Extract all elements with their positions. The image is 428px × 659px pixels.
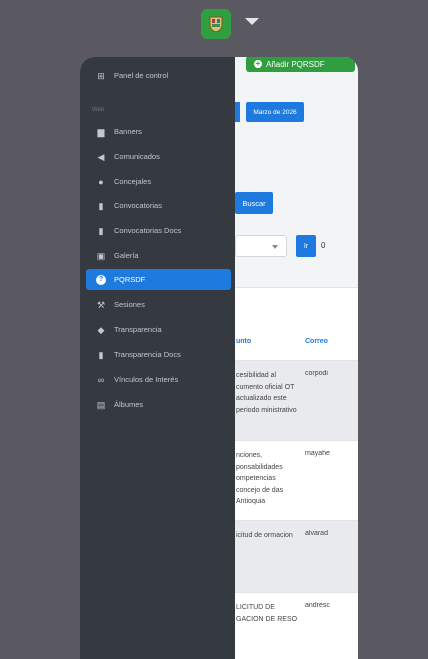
sidebar-item-convocatorias[interactable]: ▮ Convocatorias — [86, 195, 231, 216]
sidebar-item-panel-de-control[interactable]: ⊞ Panel de control — [86, 65, 231, 86]
question-glyph: ? — [96, 274, 106, 285]
chevron-down-icon — [272, 245, 278, 249]
clipboard-icon: ▮ — [98, 200, 104, 211]
plus-circle-icon: + — [254, 59, 262, 68]
sidebar-item-label: Transparencia — [114, 325, 162, 334]
tag-icon: ◆ — [97, 324, 105, 335]
gavel-icon: ⚒ — [96, 299, 106, 310]
cell-asunto: icitud de ormacion — [236, 532, 293, 539]
top-bar — [0, 0, 428, 40]
cell-correo: andresc — [305, 602, 330, 609]
caret-down-icon[interactable] — [245, 18, 259, 25]
sidebar-item-pqrsdf[interactable]: ? PQRSDF — [86, 269, 231, 290]
sidebar-item-label: Sesiones — [114, 300, 145, 309]
column-header-asunto[interactable]: unto — [236, 338, 251, 345]
table-row[interactable]: nciones, ponsabilidades ompetencias conc… — [235, 440, 358, 520]
table-row[interactable]: cesibilidad al cumento oficial OT actual… — [235, 360, 358, 440]
table-row[interactable]: icitud de ormacion alvarad — [235, 520, 358, 592]
cell-asunto: nciones, ponsabilidades ompetencias conc… — [236, 452, 284, 505]
page-size-select[interactable] — [235, 235, 287, 257]
cell-correo: mayahe — [305, 450, 330, 457]
sidebar-item-sesiones[interactable]: ⚒ Sesiones — [86, 294, 231, 315]
sidebar-item-label: Transparencia Docs — [114, 350, 181, 359]
sidebar-item-label: Galería — [114, 251, 139, 260]
sidebar-item-label: PQRSDF — [114, 275, 146, 284]
sidebar-item-comunicados[interactable]: ◀ Comunicados — [86, 146, 231, 167]
logo-button[interactable] — [201, 9, 231, 39]
sidebar-item-vinculos-de-interes[interactable]: ∞ Vínculos de Interés — [86, 369, 231, 390]
pqrsdf-table: unto Correo cesibilidad al cumento ofici… — [235, 287, 358, 659]
file-icon: ▮ — [98, 349, 104, 360]
images-icon: ▤ — [96, 399, 106, 410]
sidebar-item-label: Convocatorias Docs — [114, 226, 182, 235]
question-circle-icon: ? — [96, 274, 106, 285]
sidebar-item-galeria[interactable]: ▣ Galería — [86, 245, 231, 266]
sidebar-item-albumes[interactable]: ▤ Álbumes — [86, 394, 231, 415]
sidebar-item-convocatorias-docs[interactable]: ▮ Convocatorias Docs — [86, 220, 231, 241]
sidebar-item-concejales[interactable]: ● Concejales — [86, 171, 231, 192]
sidebar-item-label: Vínculos de Interés — [114, 375, 179, 384]
add-pqrsdf-label: Añadir PQRSDF — [266, 59, 325, 69]
cell-correo: alvarad — [305, 530, 328, 537]
gallery-icon: ▣ — [96, 250, 106, 261]
sidebar-item-transparencia-docs[interactable]: ▮ Transparencia Docs — [86, 344, 231, 365]
date-filter-chip[interactable]: Marzo de 2026 — [246, 102, 304, 122]
sidebar-item-label: Comunicados — [114, 152, 160, 161]
sidebar-section-label: Web — [92, 107, 105, 113]
megaphone-icon: ◀ — [97, 151, 105, 162]
search-button[interactable]: Buscar — [235, 192, 273, 214]
go-button[interactable]: Ir — [296, 235, 316, 257]
table-row[interactable]: LICITUD DE GACION DE RESO andresc — [235, 592, 358, 659]
sidebar-item-label: Panel de control — [114, 71, 169, 80]
sidebar-item-label: Convocatorias — [114, 201, 162, 210]
cell-asunto: cesibilidad al cumento oficial OT actual… — [236, 372, 297, 414]
image-icon: ▆ — [97, 126, 105, 137]
sidebar-item-transparencia[interactable]: ◆ Transparencia — [86, 319, 231, 340]
add-pqrsdf-button[interactable]: + Añadir PQRSDF — [246, 57, 355, 72]
sidebar-item-label: Concejales — [114, 177, 152, 186]
sidebar-item-banners[interactable]: ▆ Banners — [86, 121, 231, 142]
sidebar: ⊞ Panel de control Web ▆ Banners ◀ Comun… — [80, 57, 235, 659]
sidebar-item-label: Álbumes — [114, 400, 144, 409]
column-header-correo[interactable]: Correo — [305, 338, 328, 345]
link-icon: ∞ — [97, 374, 105, 385]
file-icon: ▮ — [98, 225, 104, 236]
cell-asunto: LICITUD DE GACION DE RESO — [236, 604, 298, 623]
result-count: 0 — [321, 241, 326, 250]
cell-correo: corpodi — [305, 370, 328, 377]
sidebar-item-label: Banners — [114, 127, 142, 136]
grid-icon: ⊞ — [97, 70, 105, 81]
crest-logo — [209, 16, 223, 33]
user-icon: ● — [98, 176, 104, 187]
